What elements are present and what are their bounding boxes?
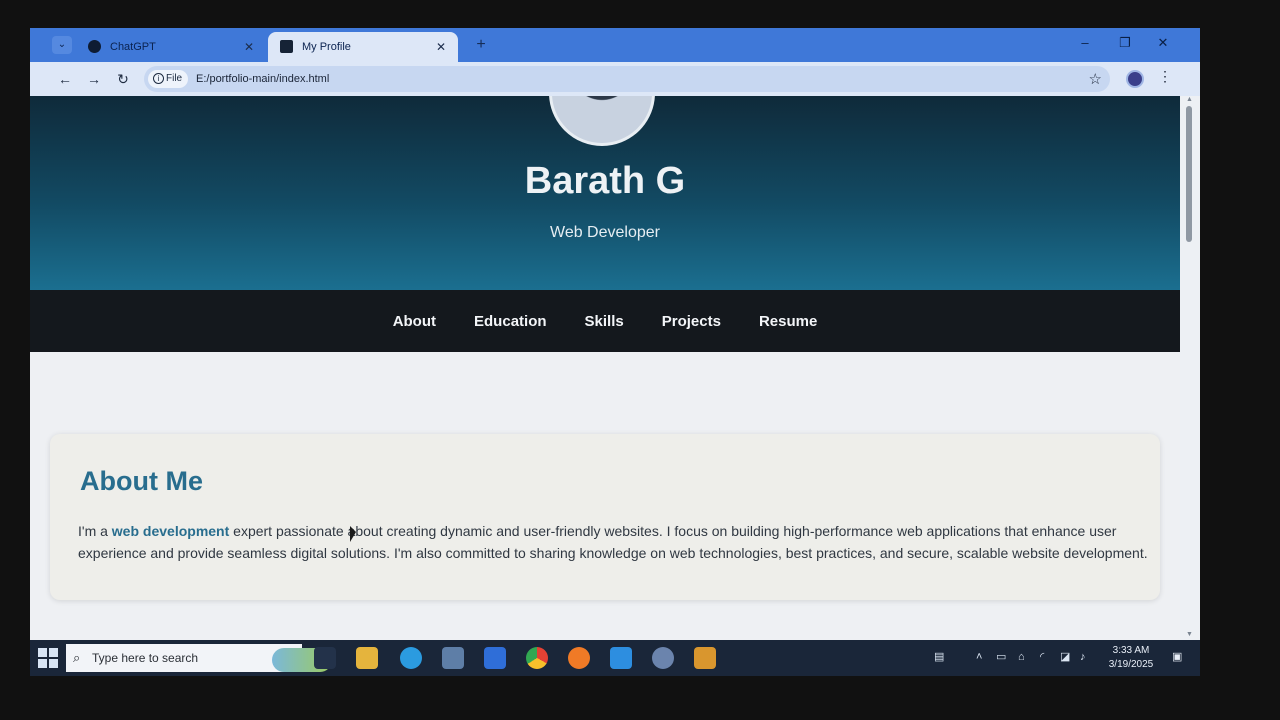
mail-icon[interactable] bbox=[484, 647, 506, 669]
site-nav: About Education Skills Projects Resume bbox=[30, 290, 1180, 352]
news-widget-icon[interactable]: ▤ bbox=[934, 650, 948, 664]
profile-favicon-icon bbox=[280, 40, 293, 53]
minimize-button[interactable]: – bbox=[1072, 32, 1098, 54]
about-text-start: I'm a bbox=[78, 523, 112, 539]
notification-icon[interactable]: ▣ bbox=[1172, 650, 1188, 666]
scrollbar-thumb[interactable] bbox=[1186, 106, 1192, 242]
taskbar-search-placeholder: Type here to search bbox=[92, 651, 199, 665]
nav-projects[interactable]: Projects bbox=[662, 313, 721, 330]
firefox-icon[interactable] bbox=[568, 647, 590, 669]
search-icon: ⌕ bbox=[73, 650, 81, 665]
chrome-profile-icon[interactable] bbox=[652, 647, 674, 669]
wifi-icon[interactable]: ◜ bbox=[1040, 650, 1054, 664]
about-title: About Me bbox=[80, 466, 203, 496]
url-text[interactable]: E:/portfolio-main/index.html bbox=[196, 66, 329, 92]
tab-my-profile[interactable]: My Profile ✕ bbox=[268, 32, 458, 62]
new-tab-button[interactable]: + bbox=[472, 36, 490, 54]
battery-icon[interactable]: ▭ bbox=[996, 650, 1010, 664]
scheme-label: File bbox=[166, 73, 183, 84]
usb-icon[interactable]: ⌂ bbox=[1018, 650, 1032, 664]
address-bar[interactable]: i File E:/portfolio-main/index.html ☆ bbox=[144, 66, 1110, 92]
nav-resume[interactable]: Resume bbox=[759, 313, 817, 330]
file-explorer-icon[interactable] bbox=[356, 647, 378, 669]
volume-icon[interactable]: ♪ bbox=[1080, 650, 1094, 664]
clock-date: 3/19/2025 bbox=[1108, 659, 1154, 670]
tab-close-icon[interactable]: ✕ bbox=[244, 32, 254, 62]
warning-app-icon[interactable] bbox=[694, 647, 716, 669]
browser-menu-icon[interactable]: ⋮ bbox=[1158, 68, 1172, 85]
tab-close-icon[interactable]: ✕ bbox=[436, 32, 446, 62]
page-scrollbar[interactable]: ▲ ▼ bbox=[1180, 96, 1200, 640]
about-card: About Me I'm a web development expert pa… bbox=[50, 434, 1160, 600]
tab-strip: ⌄ ChatGPT ✕ My Profile ✕ + – ❐ ✕ bbox=[30, 28, 1200, 62]
chrome-icon[interactable] bbox=[526, 647, 548, 669]
system-clock[interactable]: 3:33 AM 3/19/2025 bbox=[1104, 644, 1158, 672]
about-text: I'm a web development expert passionate … bbox=[78, 520, 1148, 564]
back-arrow-icon[interactable]: ← bbox=[56, 70, 74, 88]
chatgpt-favicon-icon bbox=[88, 40, 101, 53]
site-info-chip[interactable]: i File bbox=[148, 70, 188, 88]
microsoft-store-icon[interactable] bbox=[442, 647, 464, 669]
bookmark-star-icon[interactable]: ☆ bbox=[1089, 70, 1102, 88]
profile-role: Web Developer bbox=[550, 224, 660, 241]
forward-arrow-icon[interactable]: → bbox=[85, 70, 103, 88]
security-icon[interactable]: ◪ bbox=[1060, 650, 1074, 664]
tab-chatgpt[interactable]: ChatGPT ✕ bbox=[76, 32, 266, 62]
hero-header: Barath G Web Developer bbox=[30, 96, 1180, 290]
profile-photo bbox=[549, 96, 655, 146]
profile-avatar-button[interactable] bbox=[1126, 70, 1144, 88]
nav-skills[interactable]: Skills bbox=[585, 313, 624, 330]
taskbar-search-box[interactable]: ⌕ Type here to search bbox=[66, 644, 332, 672]
windows-taskbar: ⌕ Type here to search ▤ ˄ ▭ ⌂ ◜ ◪ ♪ 3:33… bbox=[30, 640, 1200, 676]
close-window-button[interactable]: ✕ bbox=[1150, 32, 1176, 54]
tray-chevron-icon[interactable]: ˄ bbox=[976, 650, 990, 664]
task-view-icon[interactable] bbox=[314, 647, 336, 669]
vscode-icon[interactable] bbox=[610, 647, 632, 669]
scroll-up-icon[interactable]: ▲ bbox=[1186, 96, 1193, 103]
info-icon: i bbox=[153, 73, 164, 84]
clock-time: 3:33 AM bbox=[1112, 645, 1150, 656]
edge-browser-icon[interactable] bbox=[400, 647, 422, 669]
nav-about[interactable]: About bbox=[393, 313, 436, 330]
mouse-cursor-icon bbox=[350, 526, 356, 542]
restore-button[interactable]: ❐ bbox=[1112, 32, 1138, 54]
about-text-rest: expert passionate about creating dynamic… bbox=[78, 523, 1148, 561]
tab-search-button[interactable]: ⌄ bbox=[52, 36, 72, 54]
profile-name: Barath G bbox=[524, 160, 686, 202]
screen: ⌄ ChatGPT ✕ My Profile ✕ + – ❐ ✕ ← → ↻ i… bbox=[30, 28, 1200, 676]
monitor-frame: ⌄ ChatGPT ✕ My Profile ✕ + – ❐ ✕ ← → ↻ i… bbox=[0, 0, 1280, 720]
windows-start-icon[interactable] bbox=[38, 648, 58, 668]
nav-education[interactable]: Education bbox=[474, 313, 547, 330]
scroll-down-icon[interactable]: ▼ bbox=[1186, 631, 1193, 638]
browser-toolbar: ← → ↻ i File E:/portfolio-main/index.htm… bbox=[30, 62, 1200, 96]
page-viewport: Barath G Web Developer About Education S… bbox=[30, 96, 1180, 640]
about-highlight: web development bbox=[111, 523, 230, 539]
tab-label: ChatGPT bbox=[110, 41, 156, 53]
reload-icon[interactable]: ↻ bbox=[114, 70, 132, 88]
tab-label: My Profile bbox=[302, 41, 351, 53]
